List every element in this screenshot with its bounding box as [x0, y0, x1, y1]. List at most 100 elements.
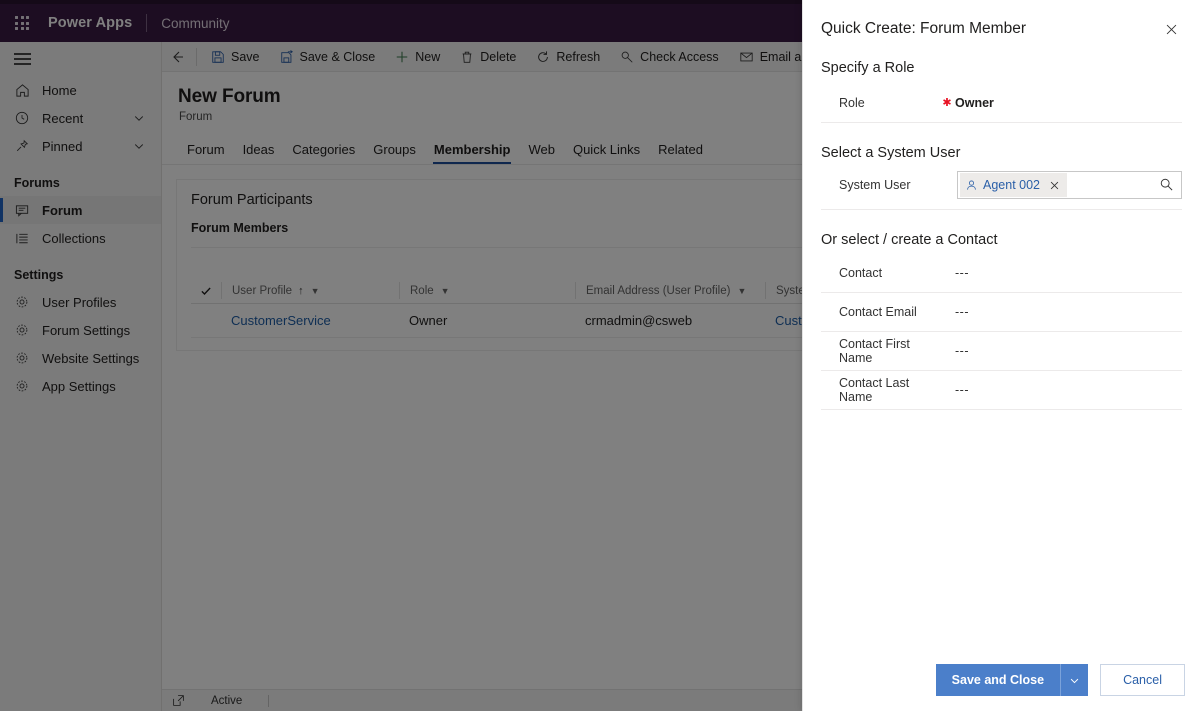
sidebar-item-label: Forum Settings: [42, 322, 131, 338]
hamburger-icon[interactable]: [0, 42, 161, 76]
sidebar-item-label: Home: [42, 82, 77, 98]
gear-icon: [14, 350, 30, 366]
command-label: Delete: [480, 49, 517, 64]
tab-membership[interactable]: Membership: [425, 142, 520, 164]
sort-asc-icon: ↑: [298, 284, 304, 297]
new-button[interactable]: New: [385, 42, 450, 71]
sidebar-item-app-settings[interactable]: App Settings: [0, 372, 161, 400]
email-icon: [739, 50, 754, 64]
delete-button[interactable]: Delete: [450, 42, 526, 71]
refresh-icon: [536, 50, 550, 64]
sidebar-item-label: Website Settings: [42, 350, 140, 366]
app-name[interactable]: Power Apps: [48, 15, 132, 31]
chevron-down-icon[interactable]: [133, 112, 147, 124]
sidebar-item-website-settings[interactable]: Website Settings: [0, 344, 161, 372]
sidebar-item-home[interactable]: Home: [0, 76, 161, 104]
pin-icon: [14, 138, 30, 154]
field-contact[interactable]: Contact ---: [821, 254, 1182, 293]
back-arrow-icon[interactable]: [162, 42, 194, 71]
quick-create-panel: Quick Create: Forum Member Specify a Rol…: [802, 0, 1200, 711]
system-user-lookup-input[interactable]: Agent 002: [957, 171, 1182, 199]
sidebar-item-forum[interactable]: Forum: [0, 196, 161, 224]
tab-forum[interactable]: Forum: [178, 142, 234, 164]
chevron-down-icon[interactable]: [1060, 664, 1089, 696]
search-icon[interactable]: [1159, 177, 1174, 192]
home-icon: [14, 82, 30, 98]
sidebar-item-label: User Profiles: [42, 294, 117, 310]
save-close-icon: [280, 49, 294, 64]
sidebar-item-pinned[interactable]: Pinned: [0, 132, 161, 160]
trash-icon: [460, 50, 474, 64]
quick-create-footer: Save and Close Cancel: [803, 649, 1200, 711]
column-header-user-profile[interactable]: User Profile ↑ ▼: [221, 282, 399, 299]
field-value: ---: [955, 305, 969, 319]
header-divider: [146, 14, 148, 32]
cell-user-profile: CustomerService: [221, 313, 399, 328]
status-badge: Active: [211, 694, 243, 707]
gear-icon: [14, 294, 30, 310]
environment-name[interactable]: Community: [161, 16, 229, 31]
check-access-button[interactable]: Check Access: [610, 42, 729, 71]
section-or-select-create-a-contact: Or select / create a Contact: [821, 232, 998, 248]
collections-icon: [14, 230, 30, 246]
forum-icon: [14, 202, 30, 218]
field-contact-last-name[interactable]: Contact Last Name ---: [821, 371, 1182, 410]
person-icon: [965, 179, 978, 192]
plus-icon: [395, 50, 409, 64]
key-icon: [620, 50, 634, 64]
chevron-down-icon[interactable]: [133, 140, 147, 152]
column-label: Email Address (User Profile): [586, 284, 731, 297]
save-icon: [211, 50, 225, 64]
column-header-email[interactable]: Email Address (User Profile) ▼: [575, 282, 765, 299]
field-system-user: System User Agent 002: [821, 171, 1182, 199]
chevron-down-icon[interactable]: ▼: [311, 286, 320, 296]
lookup-selected-value: Agent 002: [983, 178, 1040, 192]
sidebar-item-label: Forum: [42, 202, 83, 218]
sidebar-item-user-profiles[interactable]: User Profiles: [0, 288, 161, 316]
app-launcher-icon[interactable]: [0, 4, 44, 42]
chevron-down-icon[interactable]: ▼: [737, 286, 746, 296]
lookup-pill[interactable]: Agent 002: [960, 173, 1067, 197]
tab-quick-links[interactable]: Quick Links: [564, 142, 649, 164]
save-button[interactable]: Save: [201, 42, 270, 71]
save-and-close-button[interactable]: Save and Close: [935, 664, 1061, 696]
field-contact-email[interactable]: Contact Email ---: [821, 293, 1182, 332]
tab-ideas[interactable]: Ideas: [234, 142, 284, 164]
close-icon[interactable]: [1049, 180, 1060, 191]
gear-icon: [14, 378, 30, 394]
open-record-icon[interactable]: [172, 694, 185, 707]
tab-groups[interactable]: Groups: [364, 142, 425, 164]
field-contact-first-name[interactable]: Contact First Name ---: [821, 332, 1182, 371]
cell-email: crmadmin@csweb: [585, 313, 693, 328]
sidebar-item-label: Collections: [42, 230, 106, 246]
field-label: Role: [839, 96, 865, 110]
field-role[interactable]: Role ✱ Owner: [821, 84, 1182, 123]
clock-icon: [14, 110, 30, 126]
tab-related[interactable]: Related: [649, 142, 712, 164]
divider: [268, 694, 270, 707]
field-label: Contact: [839, 266, 883, 280]
save-and-close-button[interactable]: Save & Close: [270, 42, 386, 71]
field-value: ---: [955, 344, 969, 358]
chevron-down-icon[interactable]: ▼: [441, 286, 450, 296]
checkmark-icon[interactable]: [191, 285, 221, 297]
cancel-button[interactable]: Cancel: [1100, 664, 1185, 696]
sidebar-item-label: Recent: [42, 110, 84, 126]
field-label: Contact First Name: [839, 337, 910, 365]
column-header-role[interactable]: Role ▼: [399, 282, 575, 299]
sidebar-item-recent[interactable]: Recent: [0, 104, 161, 132]
sidebar-item-label: App Settings: [42, 378, 116, 394]
column-label: User Profile: [232, 284, 293, 297]
tab-categories[interactable]: Categories: [283, 142, 364, 164]
tab-web[interactable]: Web: [519, 142, 564, 164]
close-icon[interactable]: [1159, 21, 1184, 38]
refresh-button[interactable]: Refresh: [526, 42, 610, 71]
command-label: Check Access: [640, 49, 719, 64]
screen: Power Apps Community Home Recent Pinned …: [0, 0, 1200, 711]
sidebar-item-forum-settings[interactable]: Forum Settings: [0, 316, 161, 344]
field-label: System User: [839, 178, 911, 192]
user-profile-link[interactable]: CustomerService: [231, 313, 331, 328]
sidebar-item-collections[interactable]: Collections: [0, 224, 161, 252]
command-label: New: [415, 49, 441, 64]
field-label: Contact Last Name: [839, 376, 910, 404]
